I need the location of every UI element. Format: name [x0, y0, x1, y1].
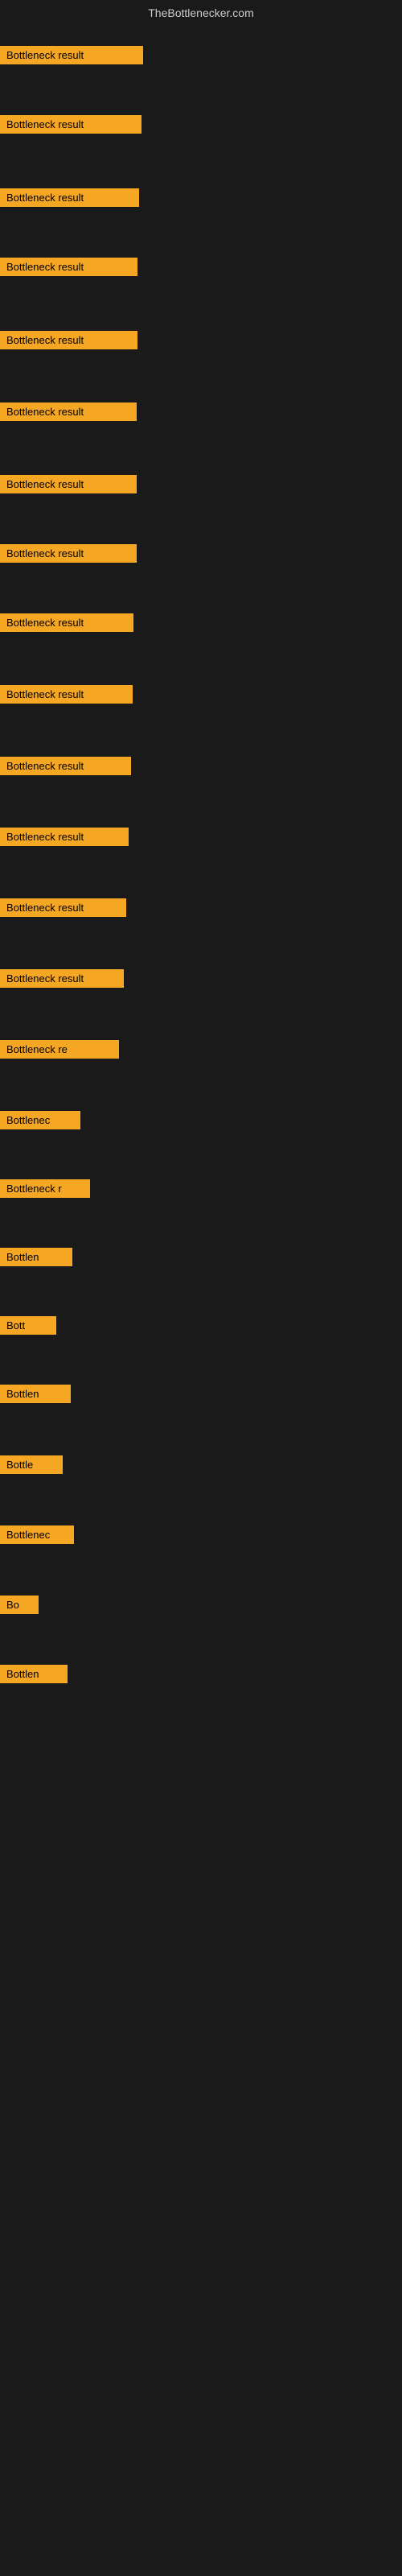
- bottleneck-result-item[interactable]: Bottleneck result: [0, 828, 129, 846]
- bottleneck-result-item[interactable]: Bo: [0, 1596, 39, 1614]
- bottleneck-result-item[interactable]: Bottleneck result: [0, 258, 137, 276]
- bottleneck-result-item[interactable]: Bottlen: [0, 1385, 71, 1403]
- bottleneck-result-item[interactable]: Bottleneck result: [0, 46, 143, 64]
- bottleneck-result-item[interactable]: Bottlenec: [0, 1111, 80, 1129]
- bottleneck-result-item[interactable]: Bottleneck result: [0, 475, 137, 493]
- bottleneck-result-item[interactable]: Bottle: [0, 1455, 63, 1474]
- bottleneck-result-item[interactable]: Bottleneck result: [0, 898, 126, 917]
- bottleneck-result-item[interactable]: Bottleneck result: [0, 331, 137, 349]
- bottleneck-result-item[interactable]: Bottleneck result: [0, 969, 124, 988]
- bottleneck-result-item[interactable]: Bottleneck result: [0, 188, 139, 207]
- bottleneck-result-item[interactable]: Bottleneck result: [0, 115, 142, 134]
- bottleneck-result-item[interactable]: Bottlen: [0, 1665, 68, 1683]
- bottleneck-result-item[interactable]: Bottlenec: [0, 1525, 74, 1544]
- bottleneck-result-item[interactable]: Bottleneck result: [0, 402, 137, 421]
- bottleneck-result-item[interactable]: Bottleneck r: [0, 1179, 90, 1198]
- bottleneck-result-item[interactable]: Bottleneck result: [0, 757, 131, 775]
- site-title: TheBottlenecker.com: [0, 0, 402, 26]
- bottleneck-result-item[interactable]: Bottleneck result: [0, 613, 133, 632]
- bottleneck-result-item[interactable]: Bottlen: [0, 1248, 72, 1266]
- bottleneck-result-item[interactable]: Bottleneck re: [0, 1040, 119, 1059]
- bottleneck-result-item[interactable]: Bottleneck result: [0, 544, 137, 563]
- bottleneck-result-item[interactable]: Bott: [0, 1316, 56, 1335]
- bottleneck-result-item[interactable]: Bottleneck result: [0, 685, 133, 704]
